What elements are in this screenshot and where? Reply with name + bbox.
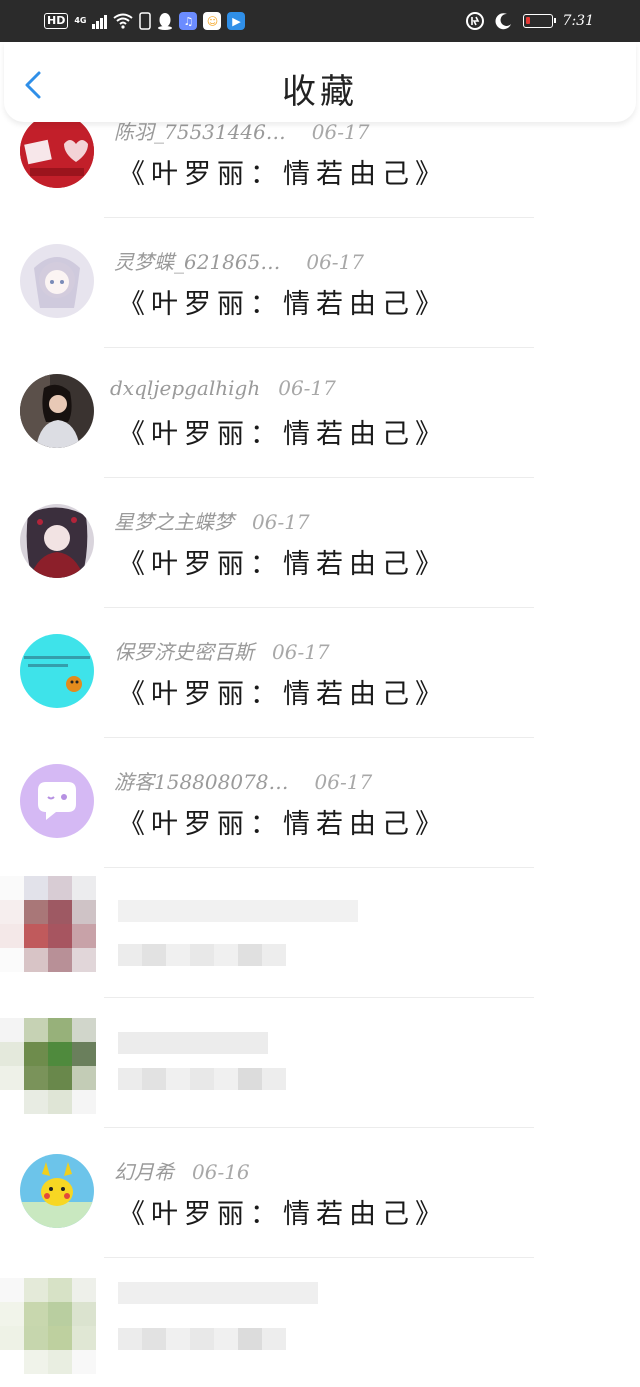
user-name: 幻月希 06-16 bbox=[114, 1160, 250, 1184]
avatar bbox=[20, 122, 94, 188]
data-saver-icon bbox=[465, 12, 484, 30]
item-title: 《叶罗丽：情若由己》 bbox=[118, 159, 448, 190]
redacted-text bbox=[118, 1068, 286, 1090]
page-header: 收藏 bbox=[4, 42, 636, 122]
redacted-avatar bbox=[0, 1278, 96, 1374]
item-title: 《叶罗丽：情若由己》 bbox=[118, 679, 448, 710]
avatar bbox=[20, 504, 94, 578]
redacted-avatar bbox=[0, 1018, 96, 1114]
phone-icon bbox=[139, 12, 152, 30]
user-name: 保罗济史密百斯 06-17 bbox=[114, 640, 330, 664]
status-left: HD 4G ♫ ☺ ▶ bbox=[44, 8, 246, 34]
date-label: 06-17 bbox=[311, 122, 370, 144]
network-type: 4G bbox=[74, 16, 87, 25]
item-title: 《叶罗丽：情若由己》 bbox=[118, 419, 448, 450]
music-app-icon: ♫ bbox=[179, 12, 198, 30]
avatar bbox=[20, 244, 94, 318]
redacted-text bbox=[118, 900, 358, 922]
list-item[interactable]: 保罗济史密百斯 06-17 《叶罗丽：情若由己》 bbox=[0, 608, 640, 738]
avatar bbox=[20, 634, 94, 708]
wifi-icon bbox=[113, 13, 134, 29]
list-item-redacted[interactable] bbox=[0, 998, 640, 1128]
page-title: 收藏 bbox=[282, 72, 358, 112]
hd-badge: HD bbox=[44, 13, 69, 29]
redacted-text bbox=[118, 944, 286, 966]
item-title: 《叶罗丽：情若由己》 bbox=[118, 549, 448, 580]
avatar bbox=[20, 374, 94, 448]
item-title: 《叶罗丽：情若由己》 bbox=[118, 289, 448, 320]
user-name: 星梦之主蝶梦 06-17 bbox=[114, 510, 310, 534]
date-label: 06-17 bbox=[252, 510, 310, 534]
status-bar: HD 4G ♫ ☺ ▶ 7:31 bbox=[0, 0, 640, 42]
status-right: 7:31 bbox=[465, 8, 594, 34]
avatar bbox=[20, 764, 94, 838]
user-name: 灵梦蝶_621865… 06-17 bbox=[114, 250, 365, 274]
list-item[interactable]: 陈羽_75531446… 06-17 《叶罗丽：情若由己》 bbox=[0, 122, 640, 218]
list-item-redacted[interactable] bbox=[0, 868, 640, 998]
redacted-text bbox=[118, 1032, 268, 1054]
date-label: 06-17 bbox=[314, 770, 373, 794]
item-title: 《叶罗丽：情若由己》 bbox=[118, 1199, 448, 1230]
list-item[interactable]: dxqljepgalhigh 06-17 《叶罗丽：情若由己》 bbox=[0, 348, 640, 478]
date-label: 06-17 bbox=[272, 640, 330, 664]
avatar bbox=[20, 1154, 94, 1228]
redacted-text bbox=[118, 1282, 318, 1304]
date-label: 06-17 bbox=[278, 376, 336, 400]
qq-icon bbox=[158, 13, 173, 30]
chat-app-icon: ☺ bbox=[203, 12, 222, 30]
favorites-list[interactable]: 陈羽_75531446… 06-17 《叶罗丽：情若由己》 灵梦蝶_621865…… bbox=[0, 122, 640, 1387]
signal-icon bbox=[92, 13, 108, 29]
list-item[interactable]: 游客158808078… 06-17 《叶罗丽：情若由己》 bbox=[0, 738, 640, 868]
list-item[interactable]: 幻月希 06-16 《叶罗丽：情若由己》 bbox=[0, 1128, 640, 1258]
list-item-redacted[interactable] bbox=[0, 1258, 640, 1387]
redacted-avatar bbox=[0, 876, 96, 972]
battery-icon bbox=[522, 14, 556, 28]
app-icon: ▶ bbox=[227, 12, 246, 30]
item-title: 《叶罗丽：情若由己》 bbox=[118, 809, 448, 840]
clock: 7:31 bbox=[562, 13, 594, 29]
redacted-text bbox=[118, 1328, 286, 1350]
user-name: 陈羽_75531446… 06-17 bbox=[114, 122, 370, 144]
user-name: 游客158808078… 06-17 bbox=[114, 770, 373, 794]
date-label: 06-17 bbox=[306, 250, 365, 274]
moon-icon bbox=[495, 13, 511, 30]
list-item[interactable]: 星梦之主蝶梦 06-17 《叶罗丽：情若由己》 bbox=[0, 478, 640, 608]
date-label: 06-16 bbox=[192, 1160, 250, 1184]
list-item[interactable]: 灵梦蝶_621865… 06-17 《叶罗丽：情若由己》 bbox=[0, 218, 640, 348]
user-name: dxqljepgalhigh 06-17 bbox=[110, 376, 336, 400]
